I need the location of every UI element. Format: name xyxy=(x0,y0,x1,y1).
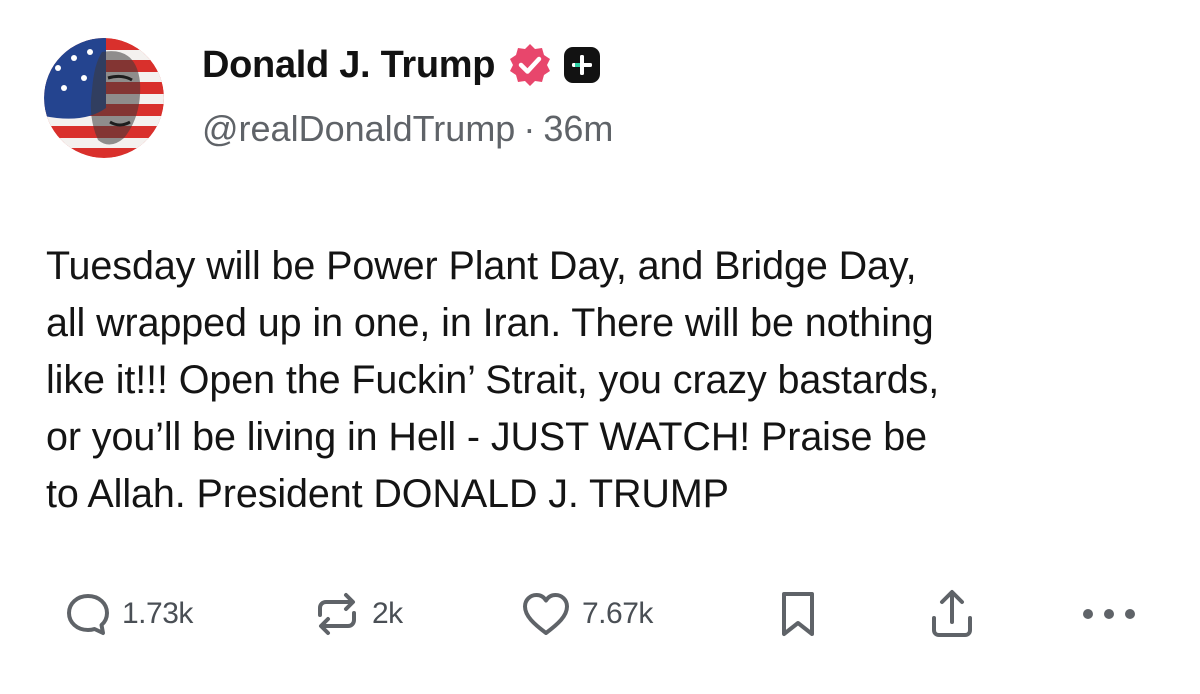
avatar[interactable] xyxy=(44,38,164,158)
bookmark-icon xyxy=(782,592,814,636)
repost-count: 2k xyxy=(372,597,403,630)
author-name-row: Donald J. Trump xyxy=(202,40,601,90)
author-handle[interactable]: @realDonaldTrump xyxy=(202,108,515,150)
heart-icon xyxy=(523,593,569,635)
like-count: 7.67k xyxy=(582,597,653,630)
reply-count: 1.73k xyxy=(122,597,193,630)
like-button[interactable]: 7.67k xyxy=(520,584,653,644)
post-timestamp[interactable]: 36m xyxy=(543,108,613,150)
plus-badge-icon xyxy=(563,46,601,84)
author-display-name[interactable]: Donald J. Trump xyxy=(202,44,496,87)
bookmark-button[interactable] xyxy=(772,584,824,644)
share-icon xyxy=(932,590,972,637)
more-options-button[interactable] xyxy=(1080,584,1138,644)
reply-button[interactable]: 1.73k xyxy=(64,584,193,644)
verified-badge-icon xyxy=(507,42,553,88)
post-body: Tuesday will be Power Plant Day, and Bri… xyxy=(46,244,940,516)
repost-button[interactable]: 2k xyxy=(312,584,403,644)
repost-icon xyxy=(318,593,356,635)
action-bar: 1.73k 2k 7.67k xyxy=(0,584,1200,644)
share-button[interactable] xyxy=(926,584,978,644)
reply-icon xyxy=(67,594,109,635)
separator-dot: · xyxy=(523,108,536,149)
post-card: Donald J. Trump @realDonaldTrump · 36m T… xyxy=(0,0,1200,694)
more-icon xyxy=(1083,609,1135,619)
author-handle-row: @realDonaldTrump · 36m xyxy=(202,108,613,150)
